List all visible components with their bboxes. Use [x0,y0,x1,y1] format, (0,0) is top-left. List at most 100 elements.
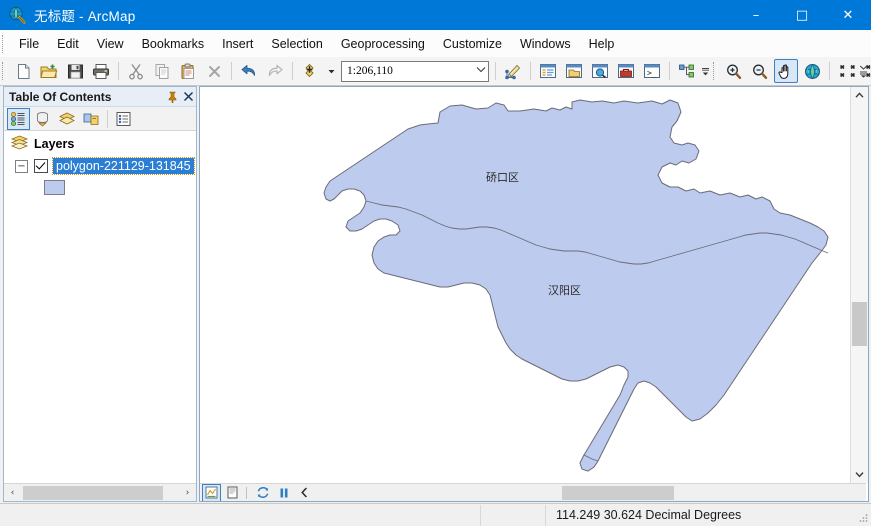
map-bottombar-separator [246,486,247,499]
close-button[interactable]: ✕ [825,0,871,30]
python-window-icon[interactable]: >_ [640,59,664,83]
close-icon[interactable] [180,89,196,105]
menu-help[interactable]: Help [580,33,624,55]
map-scroll-up-arrow[interactable] [851,87,868,104]
editor-toolbar-icon[interactable] [501,59,525,83]
toc-scroll-thumb[interactable] [23,485,163,500]
toolbar-row: 1:206,110 >_ [0,57,871,86]
toc-scroll-right-arrow[interactable]: › [179,485,196,501]
menu-bookmarks[interactable]: Bookmarks [133,33,214,55]
menu-selection[interactable]: Selection [262,33,331,55]
table-of-contents-panel: Table Of Contents Layers − polygon-22112… [3,86,197,502]
toolbar-separator [669,62,670,80]
status-message-cell [0,504,481,526]
menu-file[interactable]: File [10,33,48,55]
zoom-out-icon[interactable] [748,59,772,83]
add-data-dropdown-icon[interactable] [324,59,338,83]
status-spacer-cell [481,504,546,526]
menu-insert[interactable]: Insert [213,33,262,55]
list-by-selection-icon[interactable] [79,108,102,130]
pause-drawing-icon[interactable] [274,484,293,502]
menu-view[interactable]: View [88,33,133,55]
layer-visibility-checkbox[interactable] [34,159,48,173]
standard-toolbar-grip[interactable] [2,62,7,80]
toc-scroll-track[interactable] [21,485,179,501]
model-builder-icon[interactable] [675,59,699,83]
map-vertical-scrollbar[interactable] [850,87,868,483]
window-controls: – □ ✕ [733,0,871,30]
layer-name-label[interactable]: polygon-221129-131845 [52,157,195,175]
maximize-button[interactable]: □ [779,0,825,30]
map-horizontal-scroll-thumb[interactable] [562,485,674,500]
map-scroll-thumb[interactable] [852,302,867,346]
toc-root-label: Layers [34,137,75,151]
table-of-contents-icon[interactable] [536,59,560,83]
delete-x-icon[interactable] [202,59,226,83]
fixed-zoom-in-icon[interactable] [835,59,859,83]
menu-windows[interactable]: Windows [511,33,580,55]
print-icon[interactable] [89,59,113,83]
toolbar-separator [495,62,496,80]
menu-grip[interactable] [2,34,7,53]
menu-geoprocessing[interactable]: Geoprocessing [332,33,434,55]
resize-grip-icon[interactable] [857,512,869,524]
menu-customize[interactable]: Customize [434,33,511,55]
arcmap-window: 无标题 - ArcMap – □ ✕ File Edit View Bookma… [0,0,871,526]
map-horizontal-scroll-track[interactable] [314,485,866,501]
map-bottom-bar [200,483,866,501]
add-data-plus-icon[interactable] [298,59,322,83]
cut-scissors-icon[interactable] [124,59,148,83]
list-by-drawing-order-icon[interactable] [7,107,30,130]
pan-hand-icon[interactable] [774,59,798,83]
list-by-visibility-icon[interactable] [55,108,78,130]
standard-toolbar-overflow-button[interactable] [700,60,711,82]
save-floppy-icon[interactable] [63,59,87,83]
menu-edit[interactable]: Edit [48,33,88,55]
chevron-down-icon[interactable] [473,66,488,76]
toc-root-layers[interactable]: Layers [4,131,196,155]
layer-symbol-swatch[interactable] [44,180,65,195]
status-coordinates: 114.249 30.624 Decimal Degrees [556,508,742,522]
tools-toolbar-grip[interactable] [713,62,718,80]
toc-options-icon[interactable] [112,108,135,130]
arctoolbox-icon[interactable] [614,59,638,83]
toc-header: Table Of Contents [4,87,196,107]
map-canvas[interactable]: 硚口区 汉阳区 [200,87,850,483]
redo-arrow-icon[interactable] [263,59,287,83]
full-extent-globe-icon[interactable] [800,59,824,83]
data-frame-layers-icon [10,135,29,153]
layout-view-icon[interactable] [223,484,242,502]
toc-layer-row[interactable]: − polygon-221129-131845 [4,157,196,175]
toc-toolbar [4,107,196,131]
tools-toolbar-overflow-button[interactable] [858,60,868,82]
menu-bar: File Edit View Bookmarks Insert Selectio… [0,30,871,58]
refresh-icon[interactable] [253,484,272,502]
map-scroll-down-arrow[interactable] [851,466,868,483]
search-window-icon[interactable] [588,59,612,83]
catalog-icon[interactable] [562,59,586,83]
minimize-button[interactable]: – [733,0,779,30]
map-label-qiaokou: 硚口区 [486,171,519,184]
arcmap-globe-magnifier-icon [7,5,27,25]
open-folder-icon[interactable] [37,59,61,83]
toolbar-separator [292,62,293,80]
pin-icon[interactable] [164,89,180,105]
map-scale-combo[interactable]: 1:206,110 [341,60,489,82]
toolbar-separator [530,62,531,80]
collapse-chevron-icon[interactable] [295,484,314,502]
toolbar-separator [231,62,232,80]
data-view-icon[interactable] [202,483,221,501]
layer-expander-toggle[interactable]: − [15,159,28,173]
new-document-icon[interactable] [11,59,35,83]
list-by-source-icon[interactable] [31,108,54,130]
undo-arrow-icon[interactable] [237,59,261,83]
toc-scroll-left-arrow[interactable]: ‹ [4,485,21,501]
svg-text:>_: >_ [647,69,657,78]
copy-icon[interactable] [150,59,174,83]
toc-title: Table Of Contents [9,89,112,104]
status-bar: 114.249 30.624 Decimal Degrees [0,503,871,526]
paste-clipboard-icon[interactable] [176,59,200,83]
toc-horizontal-scrollbar[interactable]: ‹ › [4,483,196,501]
layer-symbology-row [4,180,196,195]
zoom-in-icon[interactable] [722,59,746,83]
